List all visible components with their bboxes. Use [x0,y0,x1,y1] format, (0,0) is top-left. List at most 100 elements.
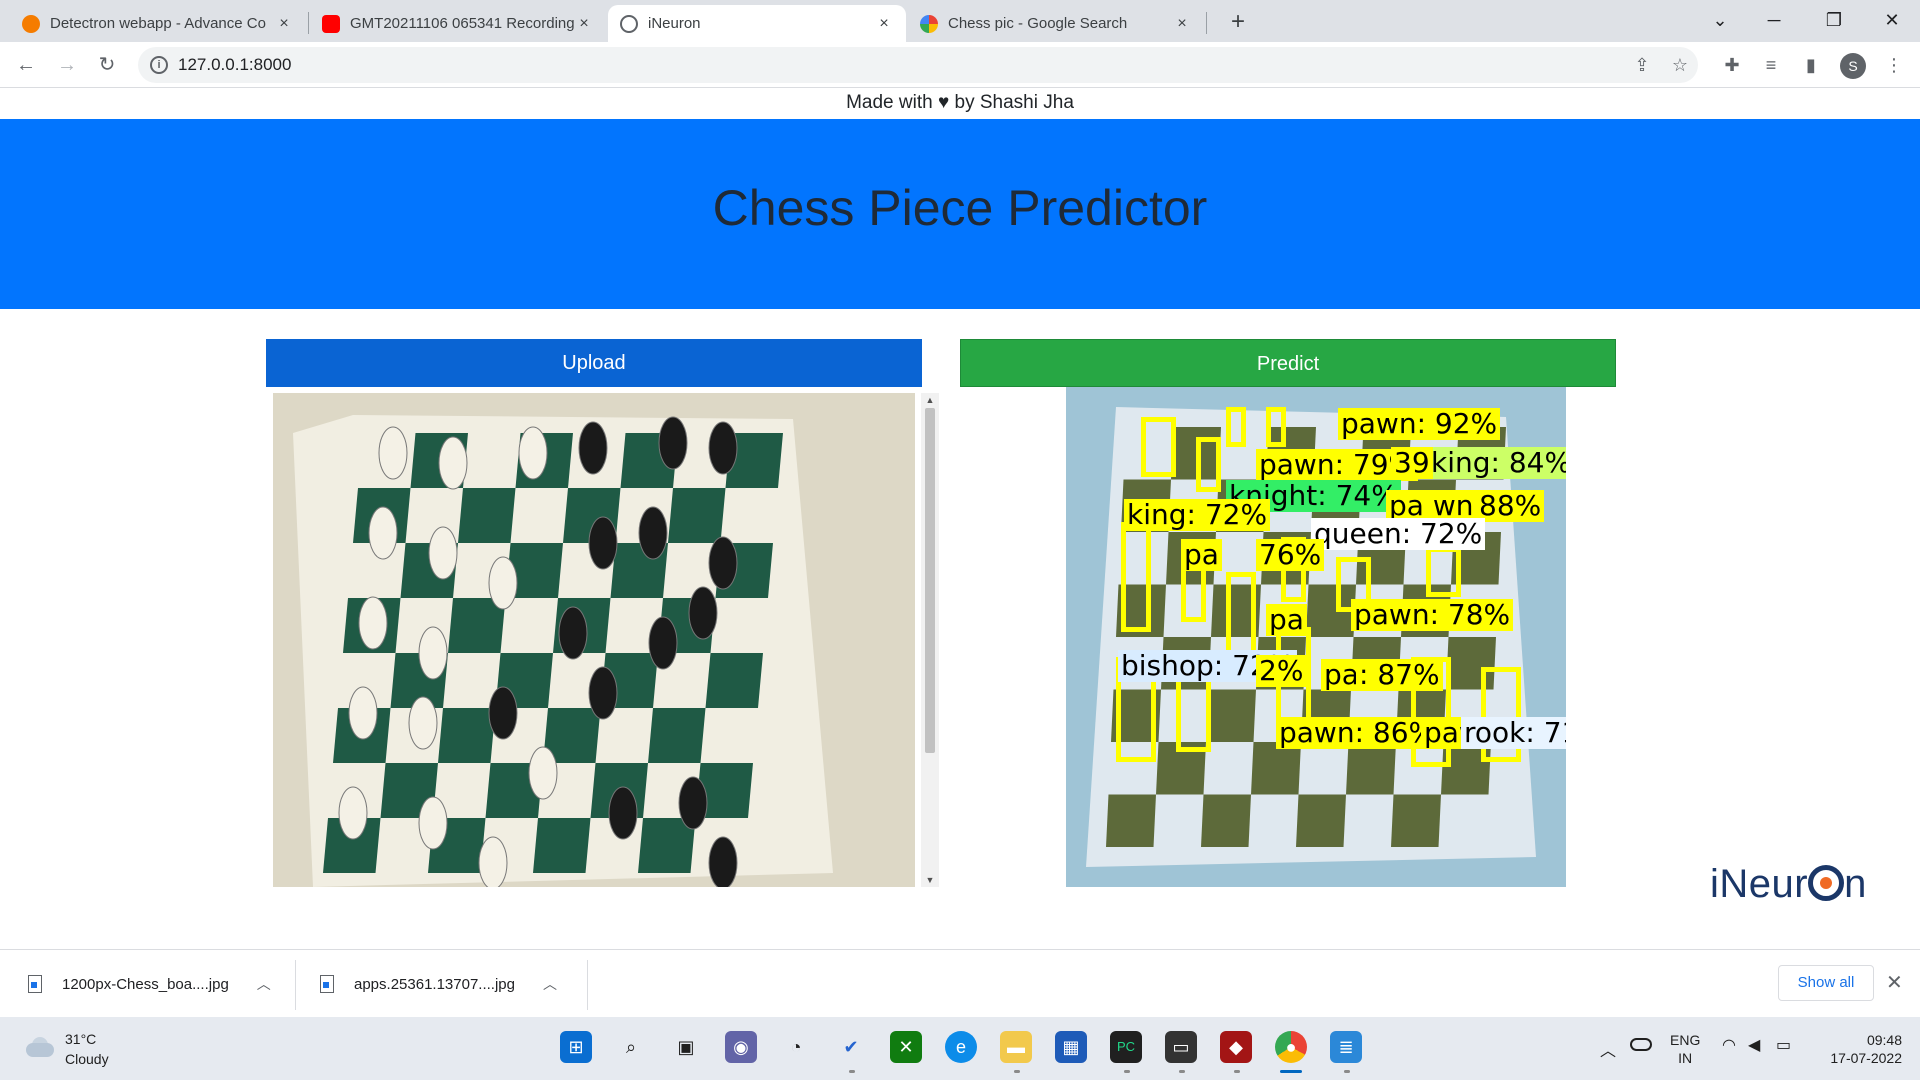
scrollbar[interactable]: ▲ ▼ [921,393,939,887]
media-icon[interactable]: ≡ [1757,51,1785,79]
reload-icon[interactable]: ↻ [91,49,123,81]
weather-cloud-icon[interactable] [22,1035,56,1057]
detection-box [1426,547,1461,597]
logo-o-icon [1808,865,1845,901]
detection-box [1121,522,1151,632]
extensions-icon[interactable]: ✚ [1718,51,1746,79]
detection-label: : 87% [1356,659,1443,691]
taskbar: 31°C Cloudy ⊞ ⌕ ▣ ◉ ◔ ✔ ✕ e ▬ ▦ PC ▭ ◆ ●… [0,1017,1920,1080]
tab-recording[interactable]: GMT20211106 065341 Recording × [310,5,606,42]
scroll-down-icon[interactable]: ▼ [921,873,939,887]
predict-button[interactable]: Predict [960,339,1616,387]
share-icon[interactable]: ⇪ [1630,53,1654,77]
app-icon[interactable]: ◆ [1220,1031,1252,1063]
detection-label: pawn: 86% [1276,717,1439,749]
show-all-button[interactable]: Show all [1778,965,1874,1001]
minimize-icon[interactable]: ─ [1754,4,1794,36]
tab-title: Chess pic - Google Search [948,15,1128,32]
detection-label: rook: 71 [1461,717,1566,749]
store-icon[interactable]: ▦ [1055,1031,1087,1063]
tab-google-search[interactable]: Chess pic - Google Search × [908,5,1204,42]
battery-icon[interactable]: ▭ [1776,1035,1791,1055]
menu-kebab-icon[interactable]: ⋮ [1880,51,1908,79]
detection-label: 88% [1476,490,1545,522]
detection-label: pawn: 78% [1351,599,1514,631]
wifi-icon[interactable]: ◠ [1722,1035,1736,1055]
chevron-up-icon[interactable]: ︿ [257,974,271,994]
image-file-icon [320,975,334,993]
teams-chat-icon[interactable]: ◉ [725,1031,757,1063]
detectron-favicon-icon [22,14,40,33]
bookmark-star-icon[interactable]: ☆ [1668,53,1692,77]
profile-avatar[interactable]: S [1840,53,1866,79]
windows-start-icon[interactable]: ⊞ [560,1031,592,1063]
detection-label: 39 [1391,447,1433,479]
forward-icon[interactable]: → [51,49,83,81]
tab-strip: Detectron webapp - Advance Co × GMT20211… [0,0,1920,42]
scrollbar-thumb[interactable] [925,408,935,753]
detection-label: pa [1266,604,1307,636]
pycharm-icon[interactable]: PC [1110,1031,1142,1063]
tab-title: GMT20211106 065341 Recording [350,15,574,32]
detection-box [1196,437,1221,492]
browser-toolbar: ← → ↻ i 127.0.0.1:8000 ⇪ ☆ ✚ ≡ ▮ S ⋮ [0,42,1920,88]
clock[interactable]: 09:48 17-07-2022 [1812,1031,1902,1067]
hero-banner: Chess Piece Predictor [0,119,1920,309]
detection-label: queen: 72% [1311,518,1486,550]
side-panel-icon[interactable]: ▮ [1797,51,1825,79]
google-icon [920,14,938,33]
task-view-icon[interactable]: ▣ [670,1031,702,1063]
tray-chevron-up-icon[interactable]: ︿ [1600,1037,1616,1061]
address-bar[interactable]: i 127.0.0.1:8000 ⇪ ☆ [138,47,1698,83]
close-icon[interactable]: × [1172,15,1192,33]
detection-label: 76% [1256,539,1325,571]
terminal-icon[interactable]: ▭ [1165,1031,1197,1063]
weather-temperature[interactable]: 31°C [65,1031,96,1047]
chrome-icon[interactable]: ● [1275,1031,1307,1063]
chevron-up-icon[interactable]: ︿ [543,974,557,994]
close-icon[interactable]: × [874,15,894,33]
back-icon[interactable]: ← [10,49,42,81]
edge-icon[interactable]: e [945,1031,977,1063]
weather-condition[interactable]: Cloudy [65,1051,109,1067]
detection-label: 2% [1256,655,1307,687]
youtube-icon [322,14,340,33]
downloads-bar: 1200px-Chess_boa....jpg ︿ apps.25361.137… [0,949,1920,1017]
detection-label: pa [1181,539,1222,571]
uploaded-chessboard-image [273,393,915,890]
detection-label: king: 72% [1124,499,1271,531]
file-explorer-icon[interactable]: ▬ [1000,1031,1032,1063]
close-downloads-icon[interactable]: ✕ [1886,970,1903,995]
xbox-icon[interactable]: ✕ [890,1031,922,1063]
scroll-up-icon[interactable]: ▲ [921,393,939,407]
close-icon[interactable]: × [274,15,294,33]
page-title: Chess Piece Predictor [712,180,1208,236]
search-icon[interactable]: ⌕ [615,1031,647,1063]
tab-search-icon[interactable]: ⌄ [1700,4,1740,36]
tab-title: iNeuron [648,15,701,32]
url-text[interactable]: 127.0.0.1:8000 [178,55,291,75]
clock-app-icon[interactable]: ◔ [780,1031,812,1063]
detection-label: pawn: 92% [1338,408,1501,440]
volume-icon[interactable]: ◀ [1748,1035,1760,1055]
download-item[interactable]: 1200px-Chess_boa....jpg ︿ [28,950,271,1018]
detection-box [1141,417,1176,477]
ineuron-logo: iNeur n [1710,862,1867,906]
tab-title: Detectron webapp - Advance Co [50,15,266,32]
notepad-icon[interactable]: ≣ [1330,1031,1362,1063]
todo-icon[interactable]: ✔ [835,1031,867,1063]
language-indicator[interactable]: ENG IN [1670,1031,1700,1067]
onedrive-cloud-icon[interactable] [1630,1038,1652,1051]
tab-ineuron[interactable]: iNeuron × [608,5,906,42]
new-tab-button[interactable]: + [1222,7,1254,39]
uploaded-image-frame[interactable]: ▲ ▼ [273,393,941,890]
restore-icon[interactable]: ❐ [1814,4,1854,36]
site-info-icon[interactable]: i [150,56,168,74]
detection-box [1226,407,1246,447]
download-item[interactable]: apps.25361.13707....jpg ︿ [320,950,557,1018]
globe-icon [620,14,638,33]
close-icon[interactable]: × [574,15,594,33]
upload-button[interactable]: Upload [266,339,922,387]
tab-detectron[interactable]: Detectron webapp - Advance Co × [10,5,306,42]
window-close-icon[interactable]: ✕ [1872,4,1912,36]
